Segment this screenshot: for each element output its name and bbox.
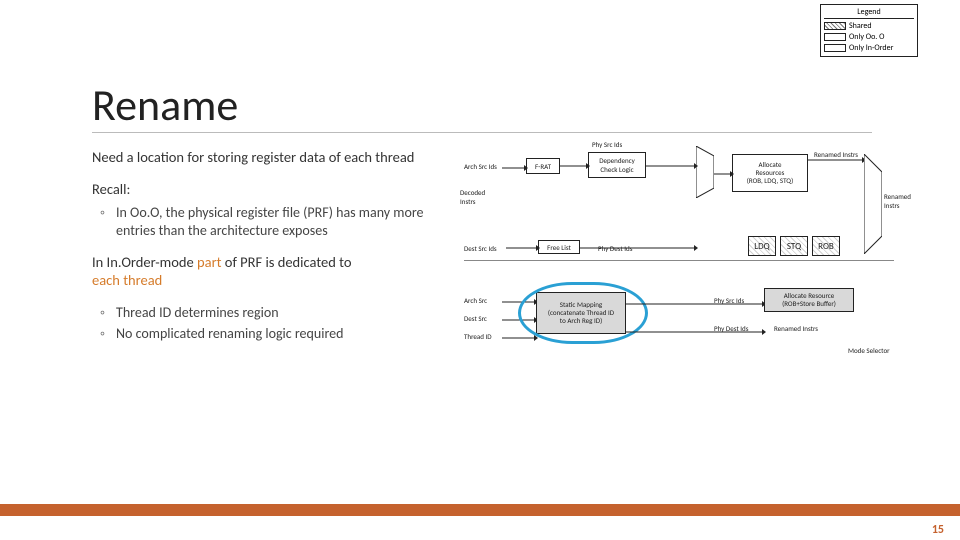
box-free-list: Free List (538, 240, 580, 254)
arrow-dest-free (506, 244, 540, 252)
arrow-renamed-top (808, 156, 866, 164)
recall-bullet-1: In Oo.O, the physical register file (PRF… (106, 204, 462, 239)
text-column: Need a location for storing register dat… (92, 148, 462, 357)
slide: Legend Shared Only Oo. O Only In-Order R… (0, 0, 960, 540)
arrow-threadid-static (502, 334, 538, 342)
legend-label-io: Only In-Order (849, 43, 893, 53)
arrow-dep-mux (646, 162, 698, 170)
box-rob: ROB (812, 236, 840, 256)
slide-title: Rename (92, 78, 238, 132)
label-arch-src-ids: Arch Src Ids (464, 162, 497, 171)
legend-row-shared: Shared (824, 21, 914, 31)
label-thread-id: Thread ID (464, 332, 492, 341)
box-allocate-top: Allocate Resources (ROB, LDQ, STQ) (732, 154, 808, 192)
box-frat: F-RAT (526, 158, 560, 174)
legend-swatch-shared (824, 22, 846, 30)
label-arch-src: Arch Src (464, 296, 487, 305)
inorder-each-thread: each thread (92, 271, 162, 289)
inorder-bullet-1: Thread ID determines region (106, 304, 462, 322)
arrow-static-out2 (626, 328, 766, 336)
diagram: Arch Src Ids Decoded Instrs F-RAT Depend… (464, 140, 894, 360)
page-number: 15 (932, 523, 944, 537)
legend-label-shared: Shared (849, 21, 872, 31)
box-dep-check: Dependency Check Logic (588, 152, 646, 178)
recall-list: In Oo.O, the physical register file (PRF… (92, 204, 462, 239)
inorder-pre: In In.Order-mode (92, 253, 197, 271)
mux-left (696, 146, 714, 198)
arrow-mux-alloc (714, 170, 734, 178)
arrow-arch-frat (502, 164, 528, 172)
label-phy-src-top: Phy Src Ids (592, 140, 622, 149)
inorder-post: of PRF is dedicated to (222, 253, 352, 271)
label-dest-src-ids: Dest Src Ids (464, 244, 497, 253)
legend-swatch-ooo (824, 33, 846, 41)
label-mode-sel: Mode Selector (848, 346, 890, 355)
title-underline (92, 132, 872, 133)
label-renamed-right: Renamed Instrs (884, 192, 911, 210)
box-allocate-bottom: Allocate Resource (ROB+Store Buffer) (764, 288, 854, 312)
box-ldq: LDQ (748, 236, 776, 256)
footer-bar (0, 504, 960, 516)
label-renamed-2: Renamed Instrs (774, 324, 818, 333)
arrow-free-ldq (580, 244, 698, 252)
legend-box: Legend Shared Only Oo. O Only In-Order (820, 4, 918, 57)
arrow-frat-dep (560, 162, 590, 170)
inorder-list: Thread ID determines region No complicat… (92, 304, 462, 343)
label-decoded-instrs: Decoded Instrs (460, 188, 485, 206)
inorder-line: In In.Order-mode part of PRF is dedicate… (92, 253, 462, 289)
legend-label-ooo: Only Oo. O (849, 32, 884, 42)
label-dest-src: Dest Src (464, 314, 487, 323)
box-stq: STQ (780, 236, 808, 256)
legend-row-ooo: Only Oo. O (824, 32, 914, 42)
mux-right (864, 154, 882, 254)
lead-1: Need a location for storing register dat… (92, 148, 462, 166)
legend-row-io: Only In-Order (824, 43, 914, 53)
inorder-bullet-2: No complicated renaming logic required (106, 325, 462, 343)
arrow-static-out1 (626, 300, 766, 308)
legend-swatch-io (824, 44, 846, 52)
legend-title: Legend (824, 7, 914, 19)
recall-label: Recall: (92, 180, 462, 198)
diagram-divider (464, 260, 894, 261)
inorder-part: part (197, 253, 221, 271)
